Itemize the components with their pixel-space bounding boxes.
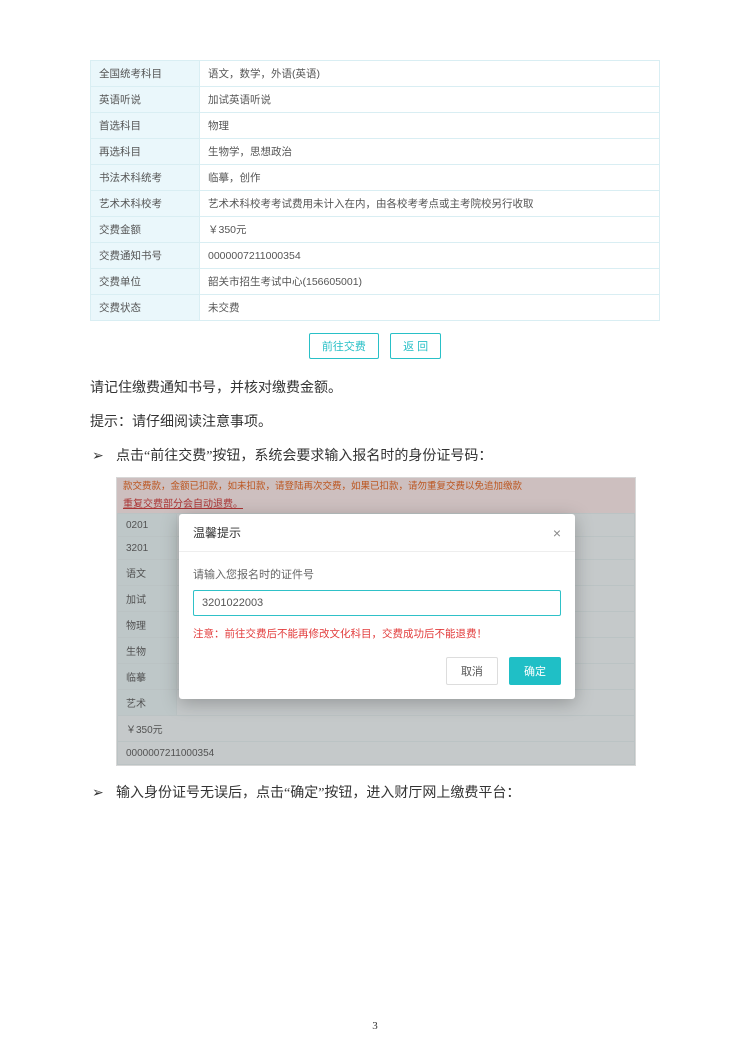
bg-cell: 艺术 (118, 690, 177, 716)
cancel-button[interactable]: 取消 (446, 657, 498, 685)
back-button[interactable]: 返 回 (390, 333, 441, 359)
table-row: 首选科目物理 (91, 113, 660, 139)
row-value: 0000007211000354 (200, 243, 660, 269)
bg-cell: 生物 (118, 638, 177, 664)
row-value: 物理 (200, 113, 660, 139)
button-row: 前往交费 返 回 (90, 333, 660, 359)
row-value: 语文，数学，外语(英语) (200, 61, 660, 87)
row-label: 英语听说 (91, 87, 200, 113)
close-icon[interactable]: × (553, 526, 561, 540)
row-label: 全国统考科目 (91, 61, 200, 87)
id-prompt-modal: 温馨提示 × 请输入您报名时的证件号 注意：前往交费后不能再修改文化科目，交费成… (179, 514, 575, 699)
bullet-arrow-icon: ➢ (90, 780, 116, 808)
screenshot-id-modal: 款交费款，金额已扣款，如未扣款，请登陆再次交费，如果已扣款，请勿重复交费以免追加… (116, 477, 636, 766)
bg-cell: 加试 (118, 586, 177, 612)
row-label: 交费通知书号 (91, 243, 200, 269)
bg-cell: 0000007211000354 (118, 742, 635, 765)
bg-cell: 物理 (118, 612, 177, 638)
bg-warn-line1: 款交费款，金额已扣款，如未扣款，请登陆再次交费，如果已扣款，请勿重复交费以免追加… (117, 478, 635, 494)
bg-cell: ￥350元 (118, 716, 635, 742)
row-value: 临摹，创作 (200, 165, 660, 191)
paragraph-tip: 提示：请仔细阅读注意事项。 (90, 409, 660, 437)
row-label: 交费单位 (91, 269, 200, 295)
bg-cell: 3201 (118, 537, 177, 560)
go-pay-button[interactable]: 前往交费 (309, 333, 379, 359)
table-row: 交费金额￥350元 (91, 217, 660, 243)
row-value: 未交费 (200, 295, 660, 321)
row-label: 首选科目 (91, 113, 200, 139)
table-row: 书法术科统考临摹，创作 (91, 165, 660, 191)
row-label: 交费金额 (91, 217, 200, 243)
bullet-arrow-icon: ➢ (90, 443, 116, 471)
table-row: 艺术术科校考艺术术科校考考试费用未计入在内，由各校考考点或主考院校另行收取 (91, 191, 660, 217)
row-value: ￥350元 (200, 217, 660, 243)
bg-cell: 0201 (118, 514, 177, 537)
table-row: 英语听说加试英语听说 (91, 87, 660, 113)
bg-cell: 语文 (118, 560, 177, 586)
modal-title: 温馨提示 (193, 524, 241, 541)
row-value: 韶关市招生考试中心(156605001) (200, 269, 660, 295)
bullet-text-2: 输入身份证号无误后，点击“确定”按钮，进入财厅网上缴费平台： (116, 780, 660, 808)
modal-warning-text: 注意：前往交费后不能再修改文化科目，交费成功后不能退费！ (193, 626, 561, 641)
page-number: 3 (0, 1020, 750, 1032)
row-label: 再选科目 (91, 139, 200, 165)
id-number-input[interactable] (193, 590, 561, 616)
payment-info-table: 全国统考科目语文，数学，外语(英语) 英语听说加试英语听说 首选科目物理 再选科… (90, 60, 660, 321)
bullet-text-1: 点击“前往交费”按钮，系统会要求输入报名时的身份证号码： (116, 443, 660, 471)
bg-cell: 临摹 (118, 664, 177, 690)
paragraph-reminder: 请记住缴费通知书号，并核对缴费金额。 (90, 375, 660, 403)
modal-input-label: 请输入您报名时的证件号 (193, 566, 561, 582)
table-row: 交费状态未交费 (91, 295, 660, 321)
table-row: 全国统考科目语文，数学，外语(英语) (91, 61, 660, 87)
row-value: 生物学，思想政治 (200, 139, 660, 165)
table-row: 交费单位韶关市招生考试中心(156605001) (91, 269, 660, 295)
row-label: 书法术科统考 (91, 165, 200, 191)
row-value: 加试英语听说 (200, 87, 660, 113)
row-label: 艺术术科校考 (91, 191, 200, 217)
row-label: 交费状态 (91, 295, 200, 321)
bg-warn-line2: 重复交费部分会自动退费。 (117, 494, 635, 513)
table-row: 再选科目生物学，思想政治 (91, 139, 660, 165)
confirm-button[interactable]: 确定 (509, 657, 561, 685)
row-value: 艺术术科校考考试费用未计入在内，由各校考考点或主考院校另行收取 (200, 191, 660, 217)
table-row: 交费通知书号0000007211000354 (91, 243, 660, 269)
